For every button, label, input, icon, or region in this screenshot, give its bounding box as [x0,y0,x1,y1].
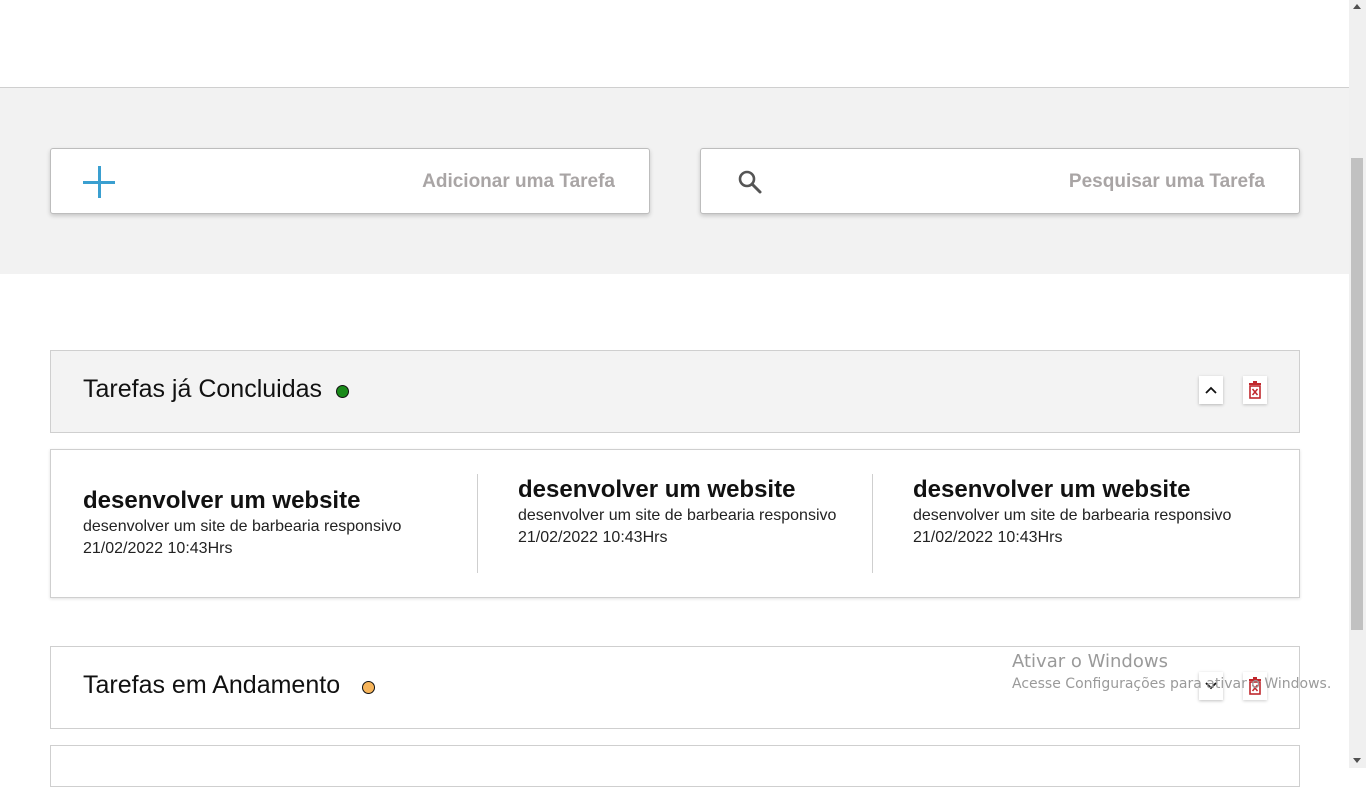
search-task-input[interactable] [823,149,1267,215]
task-title: desenvolver um website [913,476,1191,503]
windows-activation-watermark: Ativar o Windows Acesse Configurações pa… [1012,650,1331,694]
task-card[interactable]: desenvolver um website desenvolver um si… [913,475,1233,622]
search-task-field[interactable] [700,148,1300,215]
scrollbar-thumb[interactable] [1351,158,1363,630]
plus-icon[interactable] [83,166,115,198]
delete-section-button[interactable] [1243,376,1267,404]
task-description: desenvolver um site de barbearia respons… [518,507,837,524]
status-dot-done [336,385,349,398]
vertical-scrollbar[interactable] [1349,0,1366,768]
task-title: desenvolver um website [83,487,361,514]
in-progress-tasks-panel [50,745,1300,787]
section-done-title: Tarefas já Concluidas [83,375,323,403]
task-date: 21/02/2022 10:43Hrs [83,540,233,557]
status-dot-in-progress [362,681,375,694]
scroll-up-arrow-icon[interactable] [1353,4,1361,9]
watermark-subtitle: Acesse Configurações para ativar o Windo… [1012,676,1332,692]
section-in-progress-title: Tarefas em Andamento [83,671,341,699]
scroll-down-arrow-icon[interactable] [1353,758,1361,763]
section-done-header: Tarefas já Concluidas [50,350,1300,433]
task-card[interactable]: desenvolver um website desenvolver um si… [83,486,443,633]
task-description: desenvolver um site de barbearia respons… [913,507,1232,524]
task-card[interactable]: desenvolver um website desenvolver um si… [518,475,838,622]
chevron-up-icon [1205,386,1217,394]
task-description: desenvolver um site de barbearia respons… [83,518,402,535]
add-task-field[interactable] [50,148,650,215]
add-task-input[interactable] [173,149,617,215]
task-title: desenvolver um website [518,476,796,503]
done-tasks-panel: desenvolver um website desenvolver um si… [50,449,1300,598]
search-icon[interactable] [737,169,763,195]
card-divider [872,474,873,573]
task-date: 21/02/2022 10:43Hrs [913,529,1063,546]
collapse-button[interactable] [1199,376,1223,404]
task-date: 21/02/2022 10:43Hrs [518,529,668,546]
watermark-title: Ativar o Windows [1012,651,1168,672]
top-header [0,0,1349,88]
card-divider [477,474,478,573]
trash-icon [1249,381,1261,399]
